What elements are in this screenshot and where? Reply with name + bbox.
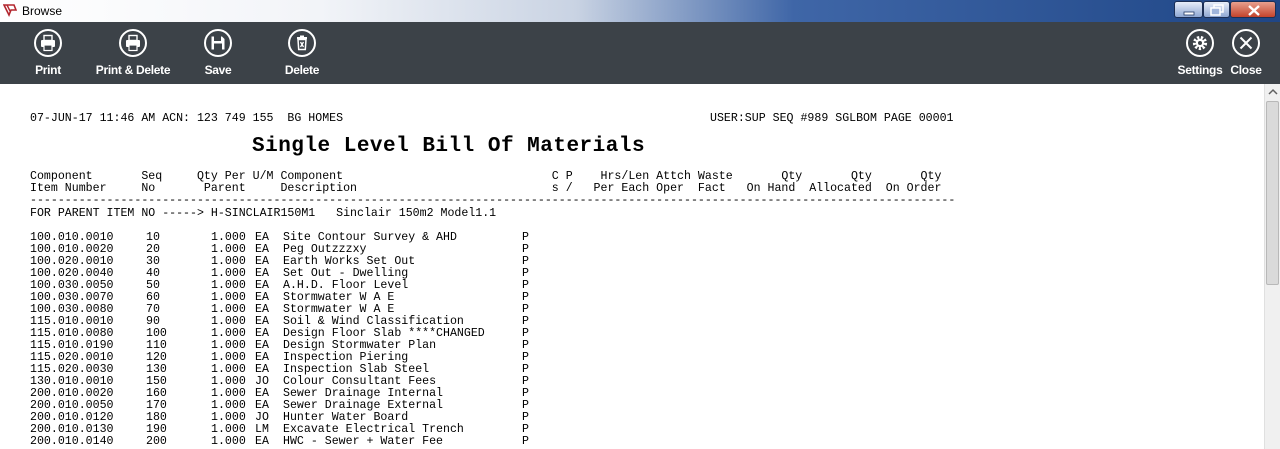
row-item: 200.010.0140: [30, 435, 114, 448]
save-label: Save: [204, 63, 232, 77]
window-title-bar: Browse: [0, 0, 1280, 22]
close-icon: [1232, 29, 1260, 57]
window-title: Browse: [22, 4, 63, 18]
print-label: Print: [35, 63, 61, 77]
row-seq: 200: [146, 435, 167, 448]
window-close-button[interactable]: [1230, 1, 1276, 18]
scrollbar-thumb[interactable]: [1266, 101, 1279, 285]
floppy-disk-icon: [204, 29, 232, 57]
minimize-button[interactable]: [1174, 1, 1203, 18]
gear-icon: [1186, 29, 1214, 57]
minimize-icon: [1183, 11, 1195, 16]
row-desc: HWC - Sewer + Water Fee: [283, 435, 444, 448]
settings-label: Settings: [1177, 63, 1223, 77]
vertical-scrollbar[interactable]: [1264, 84, 1280, 449]
print-delete-button[interactable]: Print & Delete: [92, 22, 174, 84]
maximize-button[interactable]: [1203, 1, 1230, 18]
parent-item-line: FOR PARENT ITEM NO -----> H-SINCLAIR150M…: [30, 207, 497, 220]
row-flag: P: [522, 435, 529, 448]
print-delete-label: Print & Delete: [95, 63, 171, 77]
delete-button[interactable]: Delete: [276, 22, 328, 84]
row-um: EA: [255, 435, 269, 448]
app-logo-icon: [3, 4, 17, 17]
printer-icon: [119, 29, 147, 57]
close-label: Close: [1230, 63, 1262, 77]
report-header-right: USER:SUP SEQ #989 SGLBOM PAGE 00001: [710, 112, 954, 125]
scroll-up-arrow-icon[interactable]: [1265, 84, 1280, 100]
restore-icon: [1210, 4, 1224, 16]
report-header-left: 07-JUN-17 11:46 AM ACN: 123 749 155 BG H…: [30, 112, 344, 125]
header-separator: ----------------------------------------…: [30, 194, 956, 207]
print-button[interactable]: Print: [22, 22, 74, 84]
save-button[interactable]: Save: [192, 22, 244, 84]
close-button[interactable]: Close: [1226, 22, 1266, 84]
close-x-icon: [1248, 5, 1260, 16]
toolbar: Print Print & Delete Save Delete Setting…: [0, 22, 1280, 84]
settings-button[interactable]: Settings: [1176, 22, 1224, 84]
report-title: Single Level Bill Of Materials: [252, 135, 646, 158]
printer-icon: [34, 29, 62, 57]
delete-label: Delete: [284, 63, 320, 77]
trash-icon: [288, 29, 316, 57]
row-qty: 1.000: [211, 435, 246, 448]
